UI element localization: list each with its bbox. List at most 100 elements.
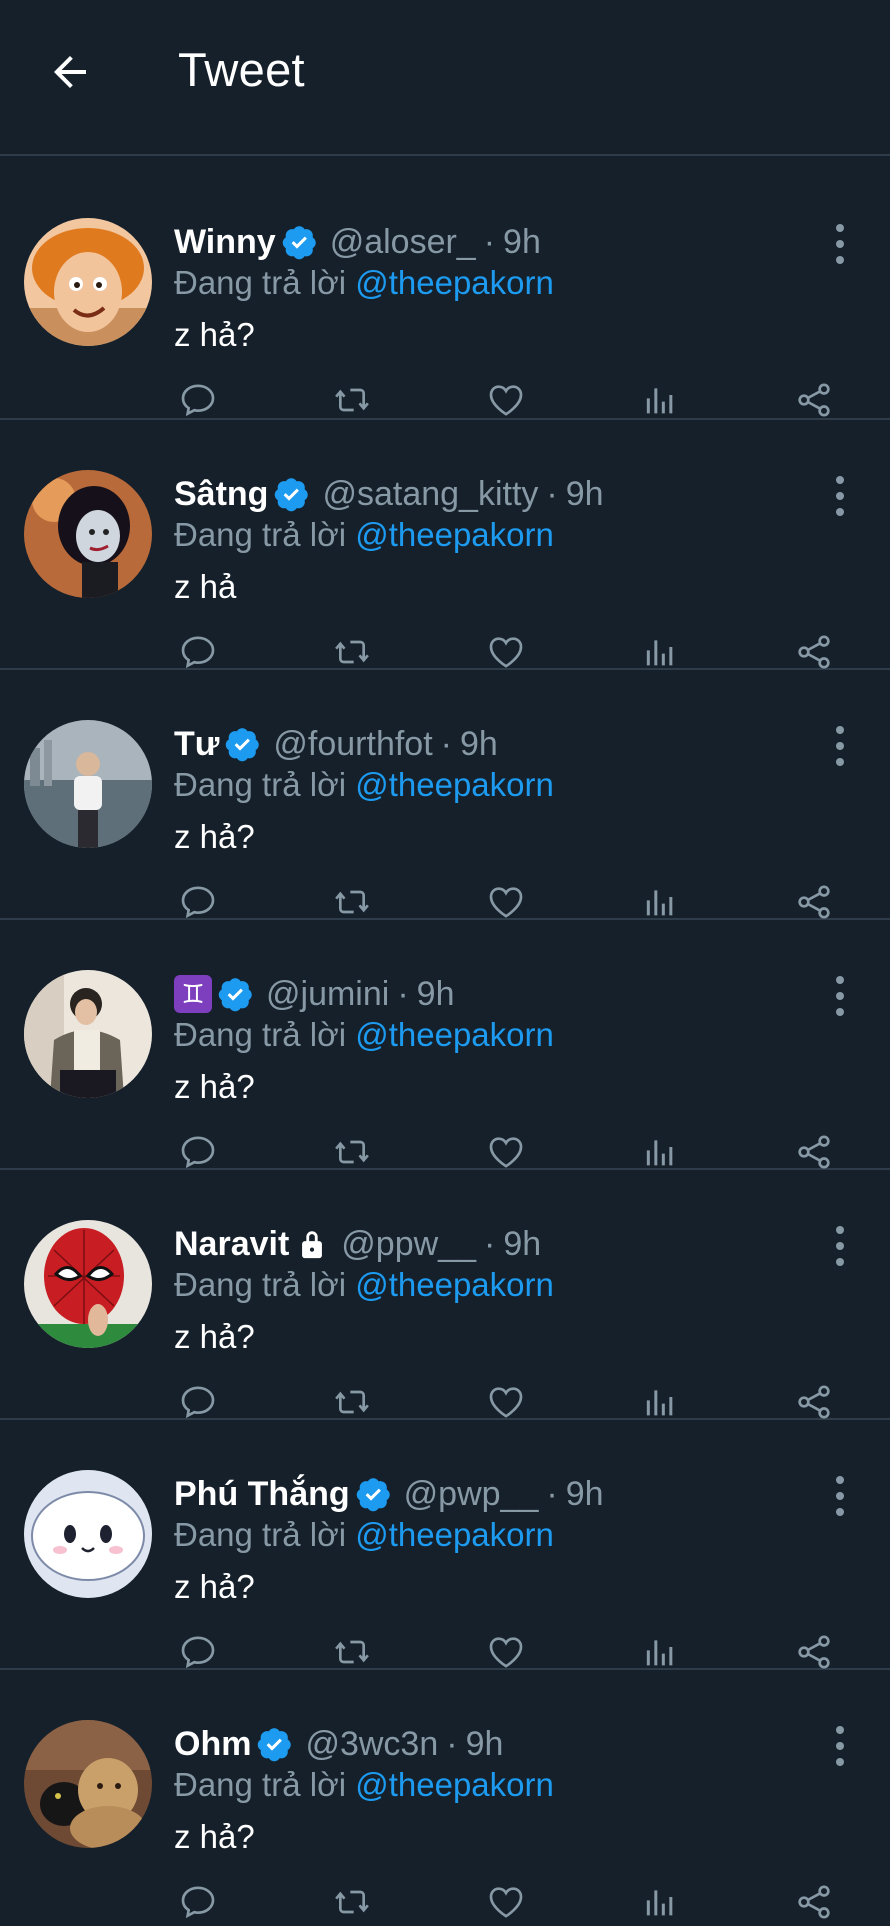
- like-button[interactable]: [482, 1128, 530, 1176]
- display-name[interactable]: Phú Thắng: [174, 1475, 350, 1514]
- share-icon: [798, 1135, 830, 1169]
- user-handle[interactable]: @jumini: [266, 975, 389, 1014]
- analytics-button[interactable]: [636, 628, 684, 676]
- mention-link[interactable]: @theepakorn: [355, 264, 554, 301]
- retweet-icon: [335, 1140, 369, 1164]
- retweet-button[interactable]: [328, 878, 376, 926]
- analytics-button[interactable]: [636, 1628, 684, 1676]
- reply-icon: [181, 1136, 215, 1169]
- retweet-button[interactable]: [328, 376, 376, 424]
- reply-button[interactable]: [174, 878, 222, 926]
- mention-link[interactable]: @theepakorn: [355, 1766, 554, 1803]
- mention-link[interactable]: @theepakorn: [355, 766, 554, 803]
- reply-icon: [181, 1886, 215, 1919]
- tweet-item[interactable]: Phú Thắng @pwp__ · 9h Đang trả lời @thee…: [0, 1420, 890, 1670]
- back-button[interactable]: [38, 40, 102, 104]
- display-name[interactable]: Sâtng: [174, 475, 268, 514]
- more-options-icon[interactable]: [828, 476, 852, 516]
- verified-badge-icon: [282, 224, 318, 260]
- share-button[interactable]: [790, 878, 838, 926]
- display-name[interactable]: ♊: [174, 975, 212, 1013]
- timestamp: 9h: [459, 724, 498, 763]
- analytics-button[interactable]: [636, 1878, 684, 1926]
- tweet-item[interactable]: Tư @fourthfot · 9h Đang trả lời @theepak…: [0, 670, 890, 920]
- share-button[interactable]: [790, 1128, 838, 1176]
- like-button[interactable]: [482, 628, 530, 676]
- mention-link[interactable]: @theepakorn: [355, 1016, 554, 1053]
- reply-button[interactable]: [174, 1378, 222, 1426]
- analytics-button[interactable]: [636, 1128, 684, 1176]
- user-handle[interactable]: @aloser_: [330, 223, 476, 262]
- avatar[interactable]: [24, 720, 152, 848]
- avatar[interactable]: [24, 1220, 152, 1348]
- share-button[interactable]: [790, 1628, 838, 1676]
- mention-link[interactable]: @theepakorn: [355, 1516, 554, 1553]
- timestamp: 9h: [416, 974, 455, 1013]
- reply-button[interactable]: [174, 376, 222, 424]
- share-button[interactable]: [790, 1878, 838, 1926]
- reply-button[interactable]: [174, 1628, 222, 1676]
- analytics-icon: [646, 1640, 673, 1666]
- verified-badge-icon: [225, 726, 261, 762]
- analytics-button[interactable]: [636, 878, 684, 926]
- retweet-button[interactable]: [328, 1378, 376, 1426]
- display-name[interactable]: Tư: [174, 725, 219, 764]
- avatar[interactable]: [24, 970, 152, 1098]
- display-name[interactable]: Winny: [174, 223, 276, 262]
- share-button[interactable]: [790, 628, 838, 676]
- more-options-icon[interactable]: [828, 976, 852, 1016]
- reply-button[interactable]: [174, 1878, 222, 1926]
- like-button[interactable]: [482, 1628, 530, 1676]
- avatar[interactable]: [24, 218, 152, 346]
- like-icon: [489, 1637, 523, 1668]
- retweet-button[interactable]: [328, 1128, 376, 1176]
- retweet-button[interactable]: [328, 1878, 376, 1926]
- mention-link[interactable]: @theepakorn: [355, 1266, 554, 1303]
- like-button[interactable]: [482, 878, 530, 926]
- reply-button[interactable]: [174, 1128, 222, 1176]
- like-button[interactable]: [482, 376, 530, 424]
- like-button[interactable]: [482, 1878, 530, 1926]
- retweet-button[interactable]: [328, 1628, 376, 1676]
- mention-link[interactable]: @theepakorn: [355, 516, 554, 553]
- analytics-icon: [646, 1140, 673, 1166]
- analytics-button[interactable]: [636, 376, 684, 424]
- user-handle[interactable]: @satang_kitty: [322, 475, 538, 514]
- like-button[interactable]: [482, 1378, 530, 1426]
- avatar[interactable]: [24, 1470, 152, 1598]
- tweet-actions: [174, 878, 844, 926]
- retweet-button[interactable]: [328, 628, 376, 676]
- reply-button[interactable]: [174, 628, 222, 676]
- avatar[interactable]: [24, 470, 152, 598]
- display-name[interactable]: Naravit: [174, 1225, 289, 1264]
- verified-badge-icon: [356, 1476, 392, 1512]
- user-handle[interactable]: @pwp__: [404, 1475, 539, 1514]
- arrow-left-icon: [54, 56, 86, 88]
- timestamp: 9h: [503, 222, 541, 261]
- tweet-item[interactable]: ♊ @jumini · 9h Đang trả lời @theepakorn …: [0, 920, 890, 1170]
- display-name[interactable]: Ohm: [174, 1725, 251, 1764]
- analytics-button[interactable]: [636, 1378, 684, 1426]
- avatar[interactable]: [24, 1720, 152, 1848]
- more-options-icon[interactable]: [828, 224, 852, 264]
- tweet-item[interactable]: Naravit @ppw__ · 9h Đang trả lời @theepa…: [0, 1170, 890, 1420]
- user-handle[interactable]: @ppw__: [341, 1225, 476, 1264]
- more-options-icon[interactable]: [828, 1226, 852, 1266]
- tweet-text: z hả?: [174, 1818, 255, 1855]
- share-button[interactable]: [790, 1378, 838, 1426]
- more-options-icon[interactable]: [828, 726, 852, 766]
- share-button[interactable]: [790, 376, 838, 424]
- user-handle[interactable]: @3wc3n: [305, 1725, 438, 1764]
- tweet-item[interactable]: Ohm @3wc3n · 9h Đang trả lời @theepakorn…: [0, 1670, 890, 1920]
- user-handle[interactable]: @fourthfot: [273, 725, 432, 764]
- retweet-icon: [335, 1390, 369, 1414]
- reply-icon: [181, 886, 215, 919]
- more-options-icon[interactable]: [828, 1476, 852, 1516]
- tweet-item[interactable]: Sâtng @satang_kitty · 9h Đang trả lời @t…: [0, 420, 890, 670]
- tweet-item[interactable]: Winny @aloser_ · 9h Đang trả lời @theepa…: [0, 158, 890, 420]
- like-icon: [489, 1887, 523, 1918]
- tweet-actions: [174, 376, 844, 424]
- replying-to: Đang trả lời @theepakorn: [174, 1766, 554, 1803]
- more-options-icon[interactable]: [828, 1726, 852, 1766]
- lock-icon: [295, 1227, 329, 1261]
